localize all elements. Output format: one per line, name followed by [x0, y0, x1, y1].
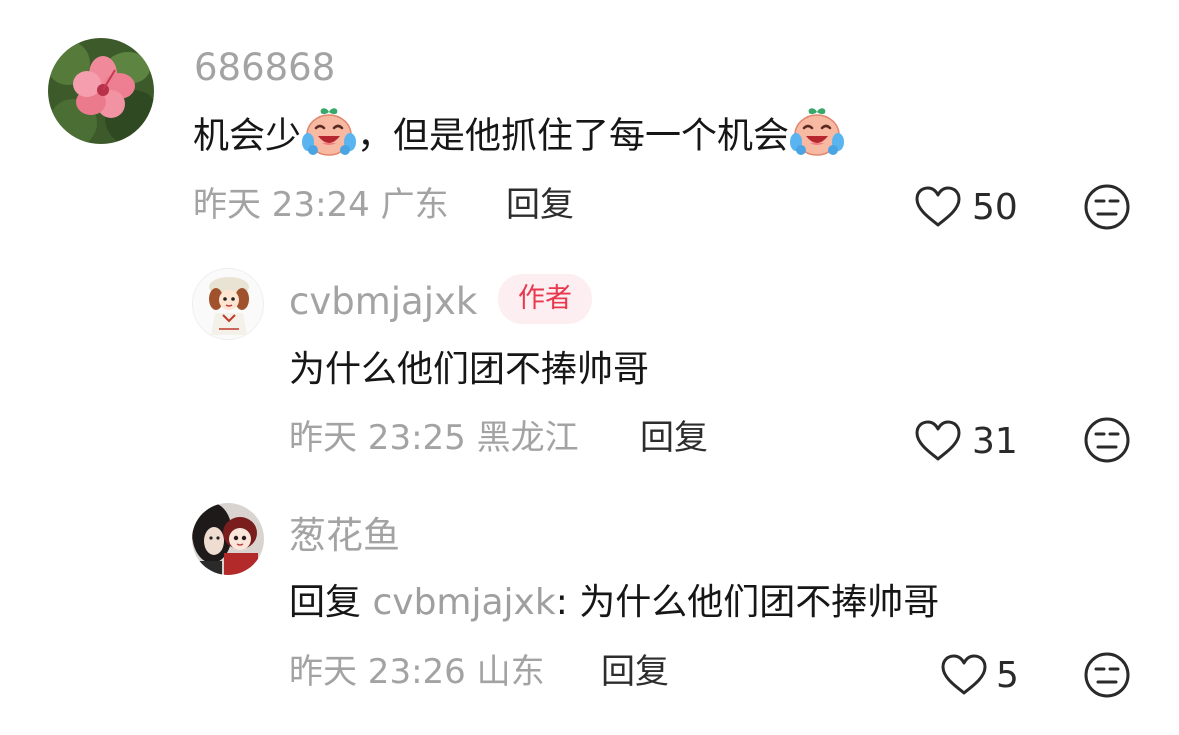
crying-laughing-baby-icon — [789, 106, 845, 165]
avatar[interactable] — [192, 503, 264, 575]
heart-icon[interactable] — [940, 654, 988, 700]
reply-button[interactable]: 回复 — [640, 421, 708, 455]
like-count: 5 — [996, 655, 1019, 696]
comment-text: 机会少 ，但是他抓住了每一个机会 — [193, 108, 845, 159]
comment-meta: 昨天 23:26 山东 — [289, 652, 545, 692]
reply-target-username[interactable]: cvbmjajxk — [372, 582, 555, 623]
comment-meta: 昨天 23:24 广东 — [193, 185, 449, 225]
dislike-face-icon[interactable] — [1083, 651, 1131, 703]
crying-laughing-baby-icon — [301, 106, 357, 165]
avatar[interactable] — [48, 38, 154, 144]
heart-icon[interactable] — [914, 420, 962, 466]
reply-button[interactable]: 回复 — [601, 655, 669, 689]
comment-text-part1: 机会少 — [193, 115, 302, 157]
comment-text: 回复 cvbmjajxk: 为什么他们团不捧帅哥 — [289, 585, 939, 621]
author-badge: 作者 — [498, 274, 592, 324]
username[interactable]: 686868 — [194, 49, 335, 86]
dislike-face-icon[interactable] — [1083, 183, 1131, 235]
like-count: 50 — [972, 187, 1018, 228]
comment-text-part2: ，但是他抓住了每一个机会 — [357, 115, 790, 157]
heart-icon[interactable] — [914, 186, 962, 232]
reply-text: : 为什么他们团不捧帅哥 — [555, 582, 940, 623]
comment-meta: 昨天 23:25 黑龙江 — [289, 418, 579, 458]
dislike-face-icon[interactable] — [1083, 416, 1131, 468]
reply-button[interactable]: 回复 — [506, 188, 574, 222]
reply-prefix: 回复 — [289, 582, 362, 623]
username[interactable]: 葱花鱼 — [289, 517, 400, 554]
like-count: 31 — [972, 421, 1018, 462]
comment-text: 为什么他们团不捧帅哥 — [289, 349, 650, 390]
username[interactable]: cvbmjajxk — [289, 283, 477, 320]
avatar[interactable] — [192, 268, 264, 340]
